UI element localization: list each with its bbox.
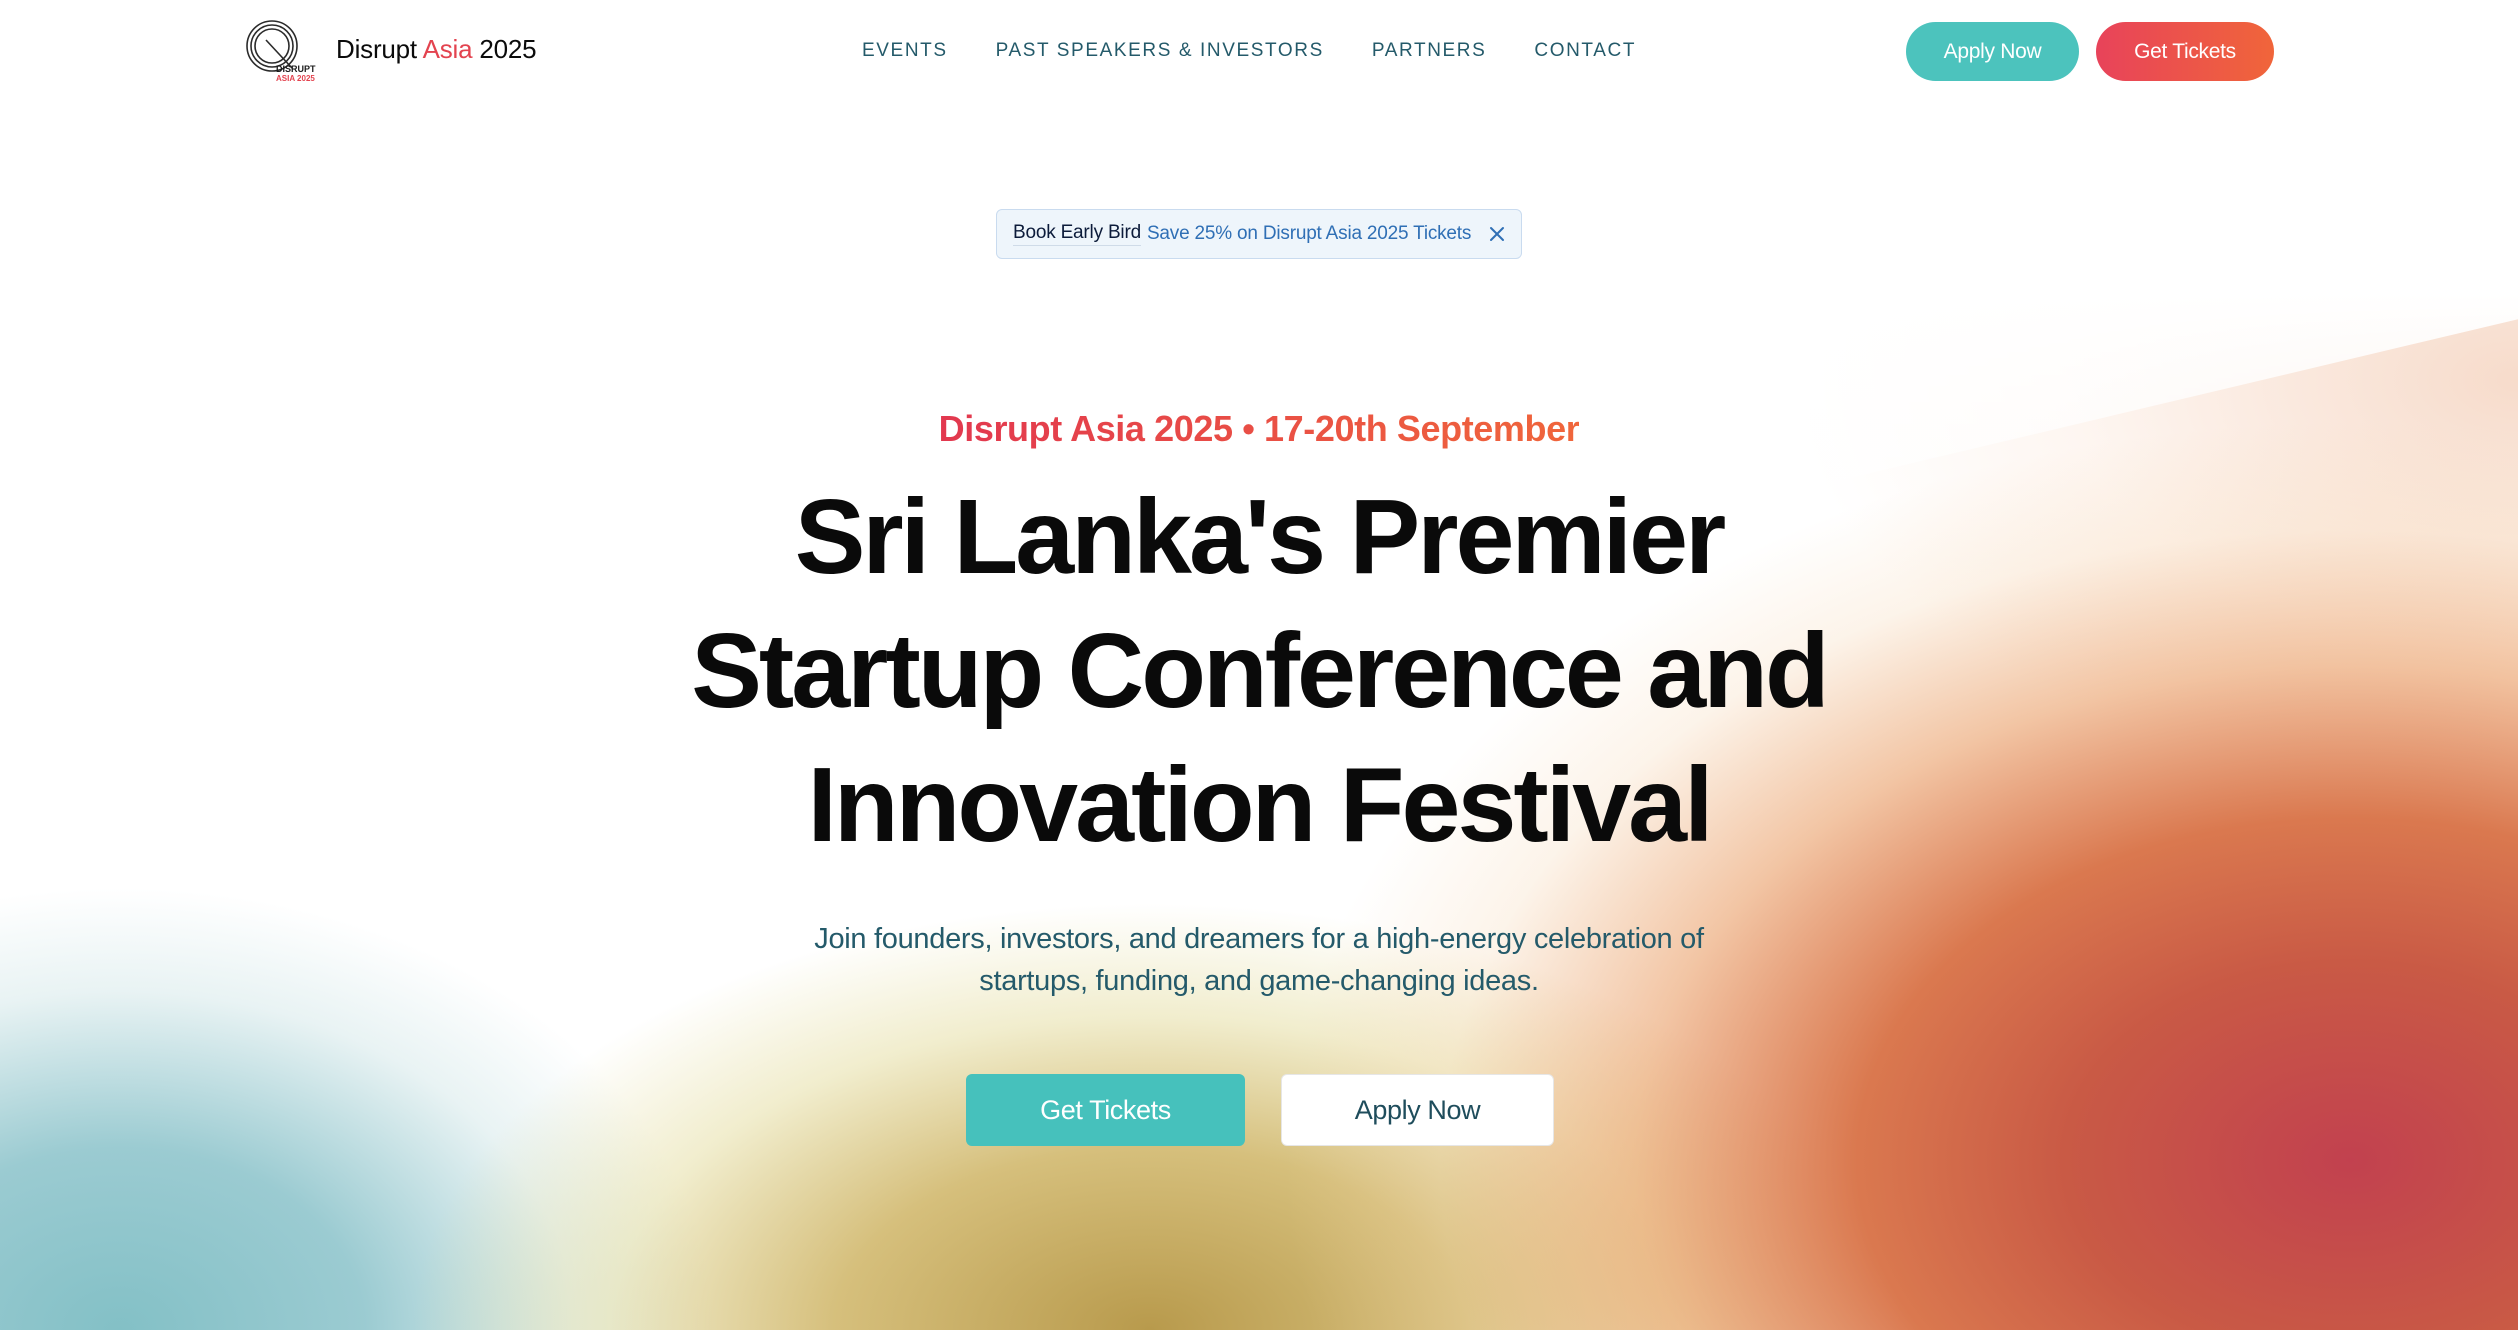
- event-date-text: Disrupt Asia 2025 • 17-20th September: [938, 408, 1580, 449]
- subtext-line-1: Join founders, investors, and dreamers f…: [814, 923, 1704, 955]
- site-header: DISRUPT ASIA 2025 Disrupt Asia 2025 EVEN…: [0, 0, 2518, 104]
- close-icon[interactable]: [1485, 222, 1509, 246]
- headline-line-2: Startup Conference and: [691, 612, 1830, 730]
- brand-name[interactable]: Disrupt Asia 2025: [336, 34, 537, 65]
- main-nav: EVENTS PAST SPEAKERS & INVESTORS PARTNER…: [862, 40, 1636, 62]
- logo-text-2: ASIA 2025: [276, 74, 315, 83]
- hero-get-tickets-button[interactable]: Get Tickets: [966, 1074, 1245, 1146]
- brand-word-disrupt: Disrupt: [336, 34, 417, 64]
- event-date-eyebrow: Disrupt Asia 2025 • 17-20th September: [0, 408, 2518, 450]
- header-apply-now-button[interactable]: Apply Now: [1906, 22, 2079, 81]
- early-bird-message[interactable]: Save 25% on Disrupt Asia 2025 Tickets: [1147, 223, 1471, 245]
- header-get-tickets-button[interactable]: Get Tickets: [2096, 22, 2274, 81]
- brand-word-year: 2025: [479, 34, 537, 64]
- subtext-line-2: startups, funding, and game-changing ide…: [979, 965, 1539, 997]
- logo-text-1: DISRUPT: [276, 64, 316, 74]
- hero-apply-now-button[interactable]: Apply Now: [1281, 1074, 1554, 1146]
- hero-subtext: Join founders, investors, and dreamers f…: [759, 918, 1759, 1002]
- nav-contact[interactable]: CONTACT: [1534, 40, 1636, 62]
- hero-headline: Sri Lanka's Premier Startup Conference a…: [0, 470, 2518, 872]
- nav-past-speakers-investors[interactable]: PAST SPEAKERS & INVESTORS: [996, 40, 1324, 62]
- headline-line-1: Sri Lanka's Premier: [794, 478, 1727, 596]
- brand-word-asia: Asia: [422, 34, 473, 64]
- nav-events[interactable]: EVENTS: [862, 40, 948, 62]
- early-bird-banner[interactable]: Book Early Bird Save 25% on Disrupt Asia…: [996, 209, 1522, 259]
- early-bird-tag: Book Early Bird: [1013, 222, 1141, 246]
- headline-line-3: Innovation Festival: [807, 746, 1713, 864]
- nav-partners[interactable]: PARTNERS: [1372, 40, 1487, 62]
- disrupt-logo[interactable]: DISRUPT ASIA 2025: [244, 18, 320, 84]
